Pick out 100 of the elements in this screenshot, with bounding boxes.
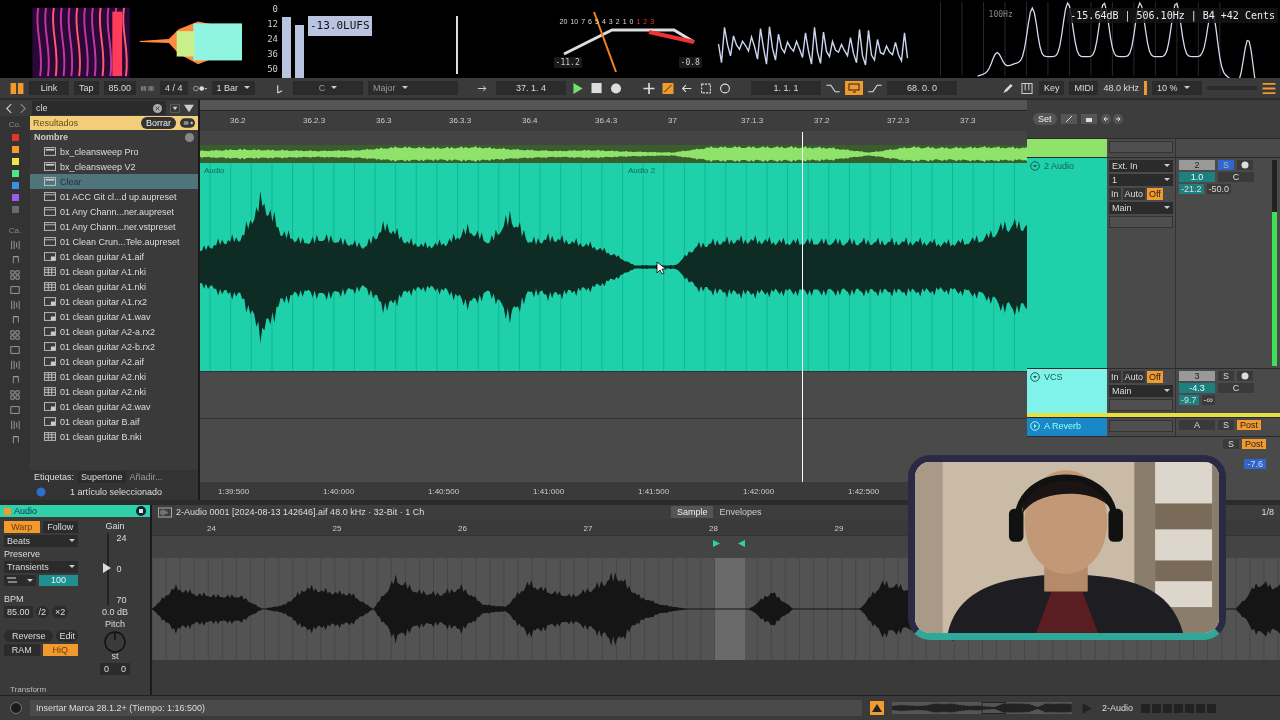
quantize-dropdown[interactable]: 1 Bar [211, 81, 256, 95]
pan-field[interactable]: C [1218, 172, 1254, 182]
ram-button[interactable]: RAM [4, 644, 40, 656]
follow-button[interactable]: Follow [42, 521, 78, 533]
tempo-field[interactable]: 85.00 [103, 81, 137, 95]
capture-icon[interactable] [699, 82, 714, 94]
preserve-dropdown[interactable]: Transients [4, 561, 78, 573]
browser-item[interactable]: 01 clean guitar B.aif [30, 414, 198, 429]
monitor-button[interactable]: Off [1147, 188, 1163, 200]
grid-setting[interactable]: 1/8 [1261, 507, 1274, 517]
output-dropdown[interactable]: Main [1109, 202, 1173, 214]
half-tempo-button[interactable]: /2 [35, 606, 50, 618]
warp-button[interactable]: Warp [4, 521, 40, 533]
monitor-button[interactable]: Auto [1122, 371, 1146, 383]
globe-icon[interactable] [36, 487, 46, 497]
view-toggle-icon[interactable] [10, 82, 24, 94]
warp-marker-icon[interactable] [713, 540, 720, 547]
browser-item[interactable]: 01 clean guitar A2-a.rx2 [30, 324, 198, 339]
warp-mode-dropdown[interactable]: Beats [4, 535, 78, 547]
post-button[interactable]: Post [1237, 420, 1261, 430]
clear-search-icon[interactable] [153, 103, 162, 113]
browser-item[interactable]: 01 clean guitar A1.rx2 [30, 294, 198, 309]
browser-item[interactable]: 01 clean guitar A1.nki [30, 279, 198, 294]
keyboard-icon[interactable] [1019, 82, 1034, 94]
more-icon[interactable] [185, 132, 194, 142]
browser-item[interactable]: 01 clean guitar A1.aif [30, 249, 198, 264]
tap-button[interactable]: Tap [74, 81, 99, 95]
dropdown-caret-icon[interactable] [184, 102, 194, 114]
browser-item[interactable]: bx_cleansweep Pro [30, 144, 198, 159]
browser-item[interactable]: 01 clean guitar A1.nki [30, 264, 198, 279]
circle-icon[interactable] [718, 82, 733, 94]
browser-item[interactable]: 01 Any Chann...ner.vstpreset [30, 219, 198, 234]
edit-button[interactable]: Edit [56, 630, 78, 642]
arm-button[interactable] [1237, 371, 1253, 381]
input-channel-dropdown[interactable]: 1 [1109, 174, 1173, 186]
detune-field[interactable]: 0 [121, 664, 126, 674]
track-header[interactable]: 2 Audio [1027, 158, 1107, 368]
browser-item[interactable]: 01 clean guitar B.nki [30, 429, 198, 444]
pan-field[interactable]: C [1218, 383, 1254, 393]
browser-item[interactable]: 01 clean guitar A2.wav [30, 399, 198, 414]
time-signature-field[interactable]: 4 / 4 [160, 81, 188, 95]
midi-map-button[interactable]: MIDI [1069, 81, 1099, 95]
browser-item[interactable]: bx_cleansweep V2 [30, 159, 198, 174]
track-header[interactable]: VCS [1027, 369, 1107, 413]
punch-out-icon[interactable] [868, 82, 883, 94]
browser-item[interactable]: 01 clean guitar A2.nki [30, 384, 198, 399]
add-icon[interactable] [642, 82, 657, 94]
clip-title-bar[interactable]: Audio [0, 505, 150, 517]
audio-clip[interactable]: Audio Audio 2 [200, 163, 1027, 371]
automation-arm-icon[interactable] [661, 82, 676, 94]
solo-button[interactable]: S [1223, 439, 1239, 449]
menu-icon[interactable] [1262, 82, 1276, 94]
key-dropdown[interactable]: C [293, 81, 364, 95]
tag-chip[interactable]: Supertone [78, 471, 126, 483]
bars-icon[interactable] [9, 240, 21, 250]
volume-field[interactable]: -4.3 [1179, 383, 1215, 393]
input-type-dropdown[interactable]: Ext. In [1109, 160, 1173, 172]
key-map-button[interactable]: Key [1038, 81, 1065, 95]
browser-item[interactable]: 01 ACC Git cl...d up.aupreset [30, 189, 198, 204]
stop-icon[interactable] [590, 82, 605, 94]
reverse-button[interactable]: Reverse [4, 630, 54, 642]
browser-item[interactable]: 01 clean guitar A1.wav [30, 309, 198, 324]
solo-button[interactable]: S [1218, 420, 1234, 430]
cpu-load-dropdown[interactable]: 10 % [1152, 81, 1202, 95]
fold-icon[interactable] [1030, 372, 1040, 382]
grid-icon[interactable] [9, 270, 21, 280]
double-tempo-button[interactable]: ×2 [52, 606, 69, 618]
bpm-field[interactable]: 85.00 [4, 606, 33, 618]
loop-start-field[interactable]: 1. 1. 1 [751, 81, 822, 95]
position-field[interactable]: 37. 1. 4 [496, 81, 567, 95]
loop-mode-icon[interactable] [7, 576, 17, 584]
record-icon[interactable] [609, 82, 624, 94]
monitor-button[interactable]: Off [1147, 371, 1163, 383]
browser-item[interactable]: 01 Any Chann...ner.aupreset [30, 204, 198, 219]
link-button[interactable]: Link [29, 81, 69, 95]
browser-item[interactable]: 01 clean guitar A2.nki [30, 369, 198, 384]
volume-field[interactable]: -7.6 [1244, 459, 1266, 469]
browser-item[interactable]: 01 clean guitar A2.aif [30, 354, 198, 369]
punch-in-icon[interactable] [826, 82, 841, 94]
editor-tab[interactable]: Sample [670, 506, 714, 518]
filter-icon[interactable] [170, 102, 180, 114]
fold-icon[interactable] [1030, 161, 1040, 171]
gain-slider-thumb[interactable] [103, 562, 112, 573]
warp-marker-icon[interactable] [738, 540, 745, 547]
loop-length-field[interactable]: 68. 0. 0 [887, 81, 958, 95]
volume-field[interactable]: 1.0 [1179, 172, 1215, 182]
solo-button[interactable]: S [1218, 371, 1234, 381]
hiq-button[interactable]: HiQ [42, 644, 78, 656]
add-collection-icon[interactable] [180, 118, 195, 128]
monitor-button[interactable]: In [1109, 371, 1121, 383]
post-button[interactable]: Post [1242, 439, 1266, 449]
loop-button[interactable] [845, 81, 864, 95]
clear-button[interactable]: Borrar [141, 117, 176, 129]
save-icon[interactable] [136, 506, 146, 516]
add-tag-field[interactable]: Añadir... [129, 472, 163, 482]
warning-button[interactable] [870, 701, 884, 715]
arm-button[interactable] [1237, 160, 1253, 170]
track-activator[interactable]: 2 [1179, 160, 1215, 170]
scroll-arrows-icon[interactable] [1100, 114, 1123, 124]
transpose-field[interactable]: 0 [104, 664, 109, 674]
